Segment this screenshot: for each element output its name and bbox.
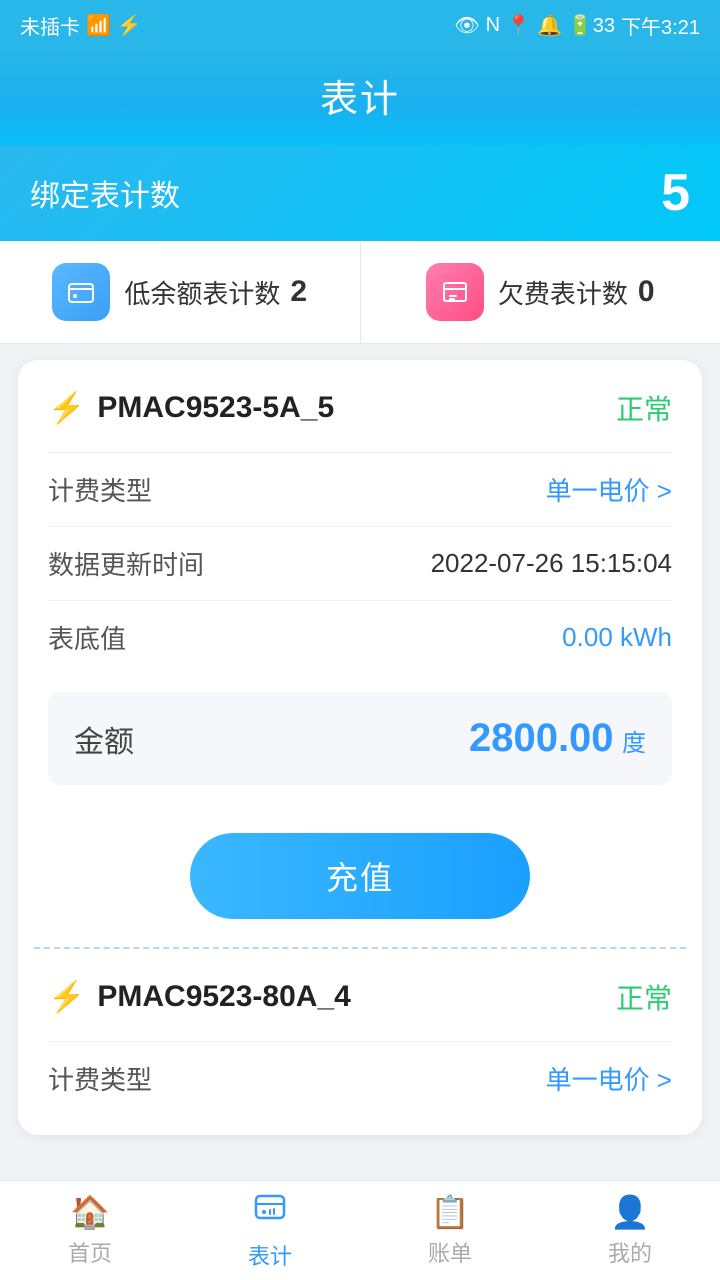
arrears-icon	[426, 263, 484, 321]
meter-1-amount-value: 2800.00	[469, 716, 614, 760]
meter-2-header: ⚡ PMAC9523-80A_4 正常	[48, 977, 672, 1017]
status-location-icon: 📍	[506, 13, 531, 38]
stats-row: 低余额表计数 2 欠费表计数 0	[0, 241, 720, 344]
nav-item-meter[interactable]: 表计	[180, 1181, 360, 1280]
meter-1-value: 0.00 kWh	[562, 622, 672, 653]
recharge-button-1[interactable]: 充值	[190, 833, 530, 919]
low-balance-stat[interactable]: 低余额表计数 2	[0, 241, 361, 343]
nav-label-meter: 表计	[248, 1239, 292, 1271]
meter-1-recharge-wrap: 充值	[18, 809, 702, 947]
status-alarm-icon: 🔔	[537, 13, 562, 38]
meter-2-lightning-icon: ⚡	[48, 980, 85, 1015]
scroll-area: ⚡ PMAC9523-5A_5 正常 计费类型 单一电价 > 数据更新时间 20…	[0, 344, 720, 1180]
meter-card-1-inner: ⚡ PMAC9523-5A_5 正常 计费类型 单一电价 > 数据更新时间 20…	[18, 360, 702, 809]
header: 表计	[0, 50, 720, 145]
home-icon: 🏠	[70, 1193, 110, 1231]
meter-nav-icon	[252, 1190, 288, 1234]
status-usb-icon: ⚡	[117, 13, 142, 38]
meter-1-value-label: 表底值	[48, 619, 126, 656]
status-wifi-icon: 📶	[86, 13, 111, 38]
meter-1-update-time-label: 数据更新时间	[48, 545, 204, 582]
status-time: 下午3:21	[621, 11, 700, 40]
binding-bar: 绑定表计数 5	[0, 145, 720, 241]
meter-card-1: ⚡ PMAC9523-5A_5 正常 计费类型 单一电价 > 数据更新时间 20…	[18, 360, 702, 1135]
nav-label-bill: 账单	[428, 1236, 472, 1268]
page-title: 表计	[0, 68, 720, 123]
meter-1-status: 正常	[616, 388, 672, 428]
status-right: 👁 N 📍 🔔 🔋33 下午3:21	[454, 11, 700, 40]
arrears-label: 欠费表计数	[498, 274, 628, 311]
meter-1-charge-type-value[interactable]: 单一电价 >	[546, 471, 672, 508]
low-balance-label: 低余额表计数	[124, 274, 280, 311]
status-battery: 🔋33	[568, 13, 615, 38]
meter-1-amount-label: 金额	[74, 717, 134, 761]
arrears-count: 0	[638, 275, 655, 309]
binding-label: 绑定表计数	[30, 171, 180, 215]
meter-1-header: ⚡ PMAC9523-5A_5 正常	[48, 388, 672, 428]
arrears-stat[interactable]: 欠费表计数 0	[361, 241, 720, 343]
nav-item-mine[interactable]: 👤 我的	[540, 1181, 720, 1280]
bottom-nav: 🏠 首页 表计 📋 账单 👤 我的	[0, 1180, 720, 1280]
meter-2-status: 正常	[616, 977, 672, 1017]
meter-1-lightning-icon: ⚡	[48, 391, 85, 426]
meter-1-charge-type-label: 计费类型	[48, 471, 152, 508]
meter-2-charge-type-value[interactable]: 单一电价 >	[546, 1060, 672, 1097]
meter-2-id: PMAC9523-80A_4	[97, 980, 350, 1014]
mine-icon: 👤	[610, 1193, 650, 1231]
meter-1-update-time-row: 数据更新时间 2022-07-26 15:15:04	[48, 526, 672, 600]
meter-2-charge-type-label: 计费类型	[48, 1060, 152, 1097]
nav-label-home: 首页	[68, 1236, 112, 1268]
arrears-text: 欠费表计数 0	[498, 274, 655, 311]
nav-label-mine: 我的	[608, 1236, 652, 1268]
meter-1-amount-value-wrap: 2800.00 度	[469, 716, 646, 761]
meter-1-charge-type-row[interactable]: 计费类型 单一电价 >	[48, 452, 672, 526]
low-balance-icon	[52, 263, 110, 321]
meter-1-update-time-value: 2022-07-26 15:15:04	[431, 548, 672, 579]
low-balance-text: 低余额表计数 2	[124, 274, 307, 311]
meter-1-id-row: ⚡ PMAC9523-5A_5	[48, 391, 334, 426]
meter-card-2-inner: ⚡ PMAC9523-80A_4 正常 计费类型 单一电价 >	[18, 949, 702, 1135]
binding-count: 5	[661, 167, 690, 219]
status-left: 未插卡 📶 ⚡	[20, 11, 142, 40]
nav-item-home[interactable]: 🏠 首页	[0, 1181, 180, 1280]
meter-1-id: PMAC9523-5A_5	[97, 391, 334, 425]
nav-item-bill[interactable]: 📋 账单	[360, 1181, 540, 1280]
meter-1-amount-unit: 度	[622, 730, 646, 757]
status-bar: 未插卡 📶 ⚡ 👁 N 📍 🔔 🔋33 下午3:21	[0, 0, 720, 50]
meter-1-value-row: 表底值 0.00 kWh	[48, 600, 672, 674]
bill-icon: 📋	[430, 1193, 470, 1231]
low-balance-count: 2	[290, 275, 307, 309]
meter-1-amount-box: 金额 2800.00 度	[48, 692, 672, 785]
meter-2-charge-type-row[interactable]: 计费类型 单一电价 >	[48, 1041, 672, 1115]
status-eye-icon: 👁	[454, 13, 479, 38]
meter-2-id-row: ⚡ PMAC9523-80A_4	[48, 980, 351, 1015]
status-nfc-icon: N	[486, 14, 500, 37]
status-sim: 未插卡	[20, 11, 80, 40]
